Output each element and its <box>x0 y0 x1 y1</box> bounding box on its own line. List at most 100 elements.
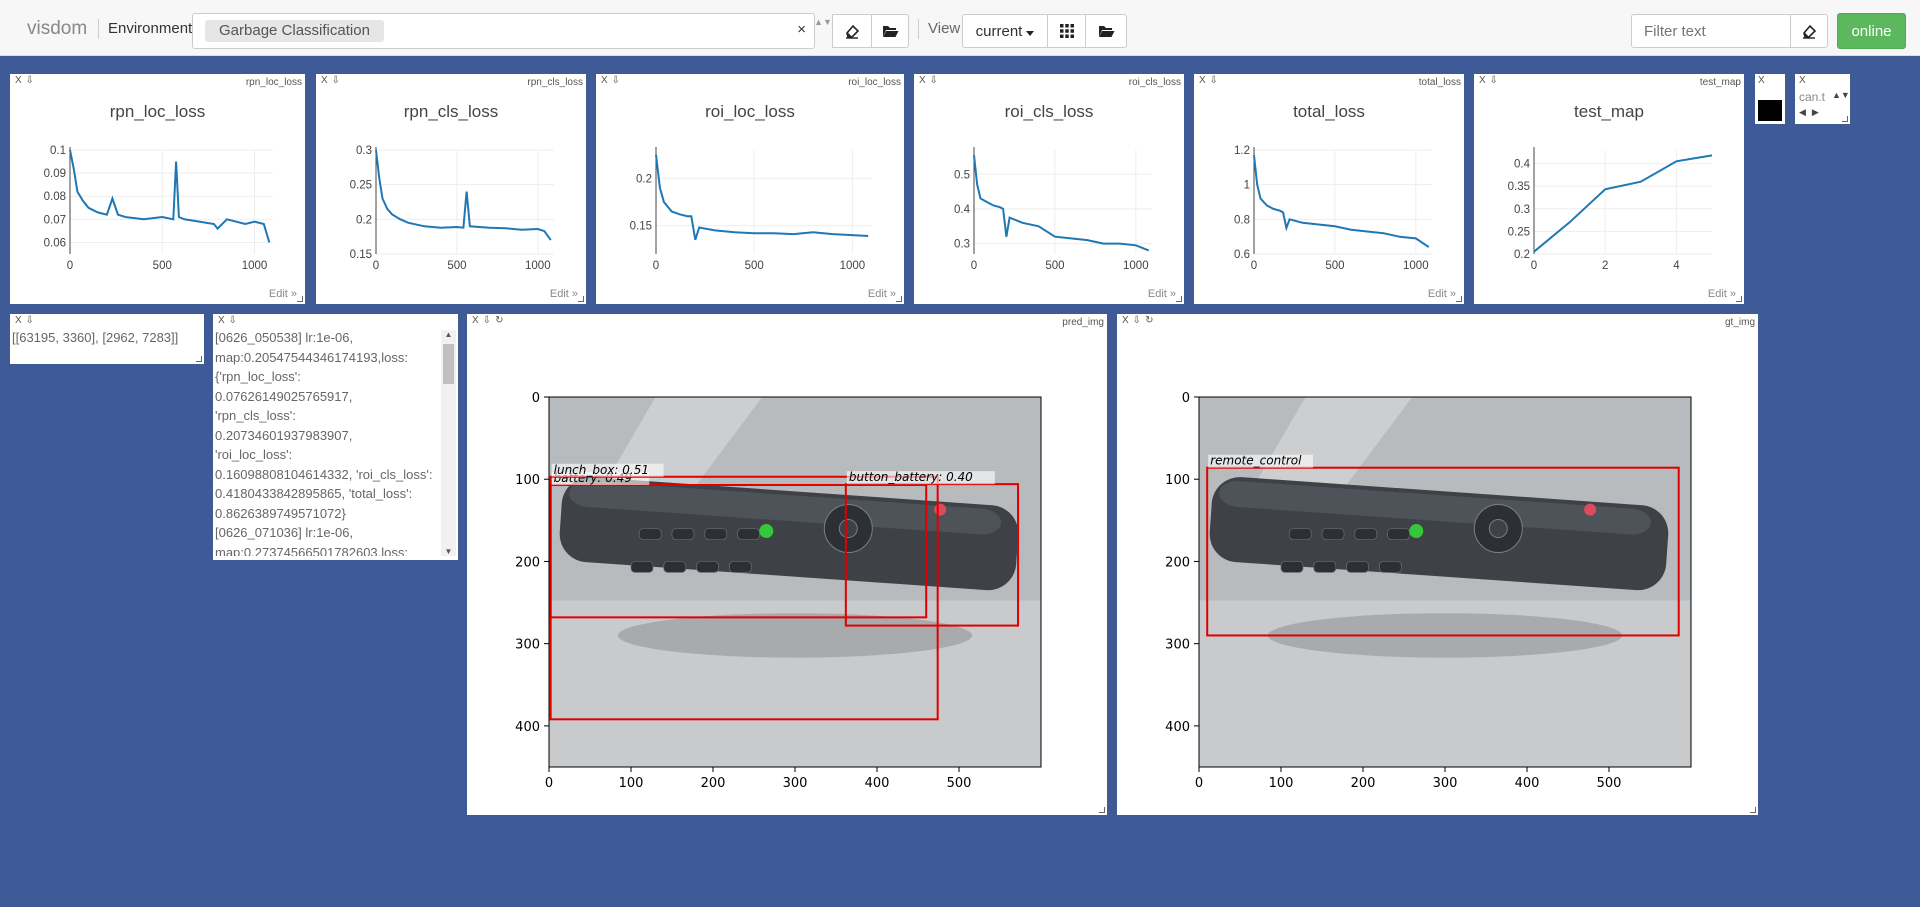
resize-handle[interactable] <box>1842 116 1848 122</box>
x-tick-label: 1000 <box>1123 260 1149 272</box>
divider <box>918 19 919 39</box>
x-tick-label: 0 <box>545 776 553 791</box>
plot-pane-rpn_loc_loss[interactable]: X⇩ rpn_loc_loss rpn_loc_loss Edit » 0.06… <box>10 74 305 304</box>
x-tick-label: 100 <box>1269 776 1294 791</box>
remote-shadow <box>617 613 973 658</box>
text-pane-sizes[interactable]: X⇩ [[63195, 3360], [2962, 7283]] <box>10 314 204 364</box>
series-line <box>1533 154 1713 253</box>
repack-button[interactable] <box>1047 14 1086 48</box>
sizes-text: [[63195, 3360], [2962, 7283]] <box>12 330 179 345</box>
pred-img-pane[interactable]: X⇩↻ pred_img 0 100 200 300 400 500 0 100 200 300 4… <box>467 314 1107 815</box>
y-tick-label: 0.3 <box>1514 204 1530 216</box>
scroll-down-icon[interactable]: ▼ <box>441 547 456 556</box>
log-line: [0626_050538] lr:1e-06, <box>215 330 354 345</box>
x-tick-label: 300 <box>783 776 808 791</box>
x-tick-label: 4 <box>1673 260 1680 272</box>
remote-button <box>1346 561 1369 573</box>
text-pane-log[interactable]: X⇩ [0626_050538] lr:1e-06, map:0.20547544… <box>213 314 458 560</box>
manage-env-button[interactable] <box>871 14 909 48</box>
x-tick-label: 500 <box>745 260 764 272</box>
x-tick-label: 1000 <box>242 260 268 272</box>
line-chart: 0.15 0.2 0 500 1000 <box>630 147 872 272</box>
resize-handle[interactable] <box>1750 807 1756 813</box>
plot-pane-rpn_cls_loss[interactable]: X⇩ rpn_cls_loss rpn_cls_loss Edit » 0.15… <box>316 74 586 304</box>
y-tick-label: 0.25 <box>1508 226 1530 238</box>
y-tick-label: 0.06 <box>44 237 66 249</box>
pane-controls[interactable]: X⇩ <box>15 315 38 326</box>
plot-pane-roi_loc_loss[interactable]: X⇩ roi_loc_loss roi_loc_loss Edit » 0.15… <box>596 74 904 304</box>
close-button[interactable]: X <box>1758 75 1769 86</box>
remote-green-button <box>1409 524 1424 539</box>
environment-select[interactable]: Garbage Classification × <box>192 13 815 49</box>
y-tick-label: 200 <box>515 555 540 570</box>
pane-controls[interactable]: X⇩ <box>218 315 241 326</box>
x-tick-label: 2 <box>1602 260 1608 272</box>
y-tick-label: 0.3 <box>954 239 970 251</box>
view-select[interactable]: current <box>962 14 1048 48</box>
log-scrollbar[interactable]: ▲ ▼ <box>441 330 456 556</box>
online-status-button[interactable]: online <box>1837 13 1906 49</box>
filter-input[interactable] <box>1631 14 1791 48</box>
scrollbar-thumb[interactable] <box>443 344 454 384</box>
manage-views-button[interactable] <box>1085 14 1127 48</box>
scroll-arrows-icon[interactable]: ◀▶ <box>1799 107 1825 118</box>
scroll-up-icon[interactable]: ▲ <box>441 330 456 339</box>
log-line: [0626_071036] lr:1e-06, <box>215 525 354 540</box>
x-tick-label: 500 <box>947 776 972 791</box>
log-line: 'rpn_cls_loss': <box>215 408 296 423</box>
box-label: button_battery: 0.40 <box>849 470 973 484</box>
y-tick-label: 300 <box>1165 638 1190 653</box>
x-tick-label: 400 <box>1515 776 1540 791</box>
environment-spinner[interactable]: ▲▼ <box>814 13 832 49</box>
y-tick-label: 0.2 <box>356 214 372 226</box>
close-button[interactable]: X <box>1799 75 1810 86</box>
clear-filter-button[interactable] <box>1790 14 1828 48</box>
spinner-icon[interactable]: ▲▼ <box>1832 90 1850 100</box>
clear-environment-button[interactable]: × <box>797 21 806 38</box>
y-tick-label: 0.6 <box>1234 249 1250 261</box>
view-value: current <box>975 22 1023 40</box>
box-label: lunch_box: 0.51 <box>554 463 649 477</box>
canvas-pane-small[interactable]: X can.t ▲▼ ◀▶ <box>1795 74 1850 124</box>
x-tick-label: 1000 <box>840 260 866 272</box>
clear-env-button[interactable] <box>832 14 872 48</box>
log-line: map:0.27374566501782603,loss: <box>215 544 408 557</box>
y-tick-label: 0.5 <box>954 169 970 181</box>
gt-img-pane[interactable]: X⇩↻ gt_img 0 100 200 300 400 500 0 100 200 300 400… <box>1117 314 1758 815</box>
x-tick-label: 0 <box>373 260 379 272</box>
resize-handle[interactable] <box>1099 807 1105 813</box>
resize-handle[interactable] <box>196 356 202 362</box>
y-tick-label: 1 <box>1244 180 1250 192</box>
view-label: View <box>928 20 961 37</box>
remote-ok-button <box>1488 519 1508 539</box>
eraser-icon <box>1801 23 1817 39</box>
remote-button <box>671 528 695 540</box>
remote-button <box>704 528 728 540</box>
plot-pane-test_map[interactable]: X⇩ test_map test_map Edit » 0.2 0.25 0.3 0.… <box>1474 74 1744 304</box>
log-line: map:0.20547544346174193,loss: <box>215 349 408 365</box>
grid-icon <box>1059 24 1074 38</box>
y-tick-label: 200 <box>1165 555 1190 570</box>
image-pane-small[interactable]: X <box>1755 74 1785 124</box>
y-tick-label: 0.25 <box>350 180 372 192</box>
plot-pane-total_loss[interactable]: X⇩ total_loss total_loss Edit » 0.6 0.8 1 1… <box>1194 74 1464 304</box>
remote-button <box>1321 528 1345 540</box>
x-tick-label: 100 <box>619 776 644 791</box>
environment-chip[interactable]: Garbage Classification <box>205 20 384 42</box>
plot-pane-roi_cls_loss[interactable]: X⇩ roi_cls_loss roi_cls_loss Edit » 0.3 0… <box>914 74 1184 304</box>
y-tick-label: 0.35 <box>1508 181 1530 193</box>
log-line: 0.8626389749571072} <box>215 505 346 521</box>
x-tick-label: 400 <box>865 776 890 791</box>
x-tick-label: 0 <box>1531 260 1537 272</box>
canvas-text: can.t <box>1799 90 1826 104</box>
x-tick-label: 500 <box>1325 260 1344 272</box>
series-line <box>1253 155 1430 248</box>
app-brand: visdom <box>27 18 88 39</box>
y-tick-label: 0.15 <box>350 249 372 261</box>
x-tick-label: 0 <box>67 260 73 272</box>
x-tick-label: 500 <box>1045 260 1064 272</box>
y-tick-label: 0.2 <box>636 173 652 185</box>
y-tick-label: 0.4 <box>1514 159 1531 171</box>
remote-button <box>1379 561 1402 573</box>
top-toolbar: visdom Environment Garbage Classificatio… <box>0 0 1920 56</box>
